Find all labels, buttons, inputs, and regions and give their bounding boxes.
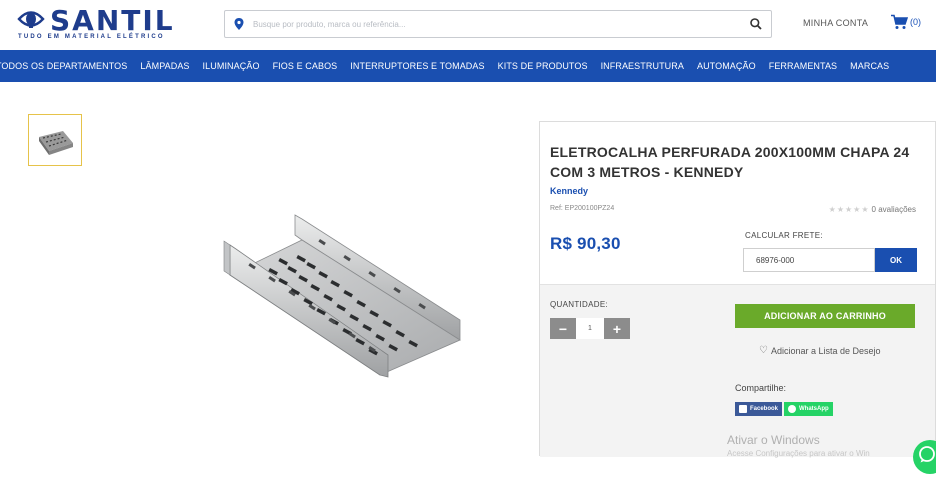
nav-item-ferramentas[interactable]: FERRAMENTAS [762,61,843,71]
product-info-panel: ELETROCALHA PERFURADA 200X100MM CHAPA 24… [539,121,936,457]
nav-item-automacao[interactable]: AUTOMAÇÃO [690,61,762,71]
rating-count: 0 avaliações [871,205,916,214]
quantity-decrease-button[interactable]: − [550,318,576,339]
nav-item-iluminacao[interactable]: ILUMINAÇÃO [196,61,266,71]
cable-tray-product-image [223,214,461,378]
nav-item-fios-e-cabos[interactable]: FIOS E CABOS [266,61,344,71]
logo-tagline: TUDO EM MATERIAL ELÉTRICO [18,34,165,40]
quantity-input[interactable] [576,318,604,339]
product-title: ELETROCALHA PERFURADA 200X100MM CHAPA 24… [550,144,910,180]
whatsapp-icon [788,405,797,413]
site-header: SANTIL TUDO EM MATERIAL ELÉTRICO MINHA C… [0,0,936,50]
add-to-wishlist-link[interactable]: ♡ Adicionar a Lista de Desejo [759,345,881,356]
nav-item-kits-de-produtos[interactable]: KITS DE PRODUTOS [491,61,594,71]
search-bar [224,10,772,38]
department-nav: TODOS OS DEPARTAMENTOS LÂMPADAS ILUMINAÇ… [0,50,936,82]
cart-icon [891,14,908,29]
location-pin-icon [234,18,244,30]
wishlist-label: Adicionar a Lista de Desejo [770,345,881,356]
shipping-calc-label: CALCULAR FRETE: [745,231,823,240]
rating-stars-icon: ★★★★★ [828,205,870,214]
logo-bulb-icon [17,11,45,28]
windows-activation-watermark-subtitle: Acesse Configurações para ativar o Win [727,449,870,458]
whatsapp-chat-icon [919,446,935,463]
facebook-icon [739,405,747,413]
product-reference: Ref: EP200100PZ24 [550,205,615,212]
share-facebook-label: Facebook [750,406,779,412]
product-thumbnail[interactable] [28,114,82,166]
whatsapp-float-button[interactable] [913,440,936,474]
cart-count: (0) [910,17,921,27]
add-to-cart-button[interactable]: ADICIONAR AO CARRINHO [735,304,915,328]
logo-wordmark: SANTIL [50,4,175,37]
quantity-label: QUANTIDADE: [550,300,608,309]
search-icon[interactable] [749,17,763,31]
cable-tray-thumbnail-image [39,131,73,155]
product-rating[interactable]: ★★★★★ 0 avaliações [829,205,916,214]
quantity-increase-button[interactable]: + [604,318,630,339]
share-whatsapp-label: WhatsApp [799,406,829,412]
search-input[interactable] [253,15,733,33]
share-buttons: Facebook WhatsApp [735,402,833,416]
share-whatsapp-button[interactable]: WhatsApp [784,402,833,416]
share-facebook-button[interactable]: Facebook [735,402,783,416]
quantity-stepper: − + [550,318,630,339]
my-account-link[interactable]: MINHA CONTA [803,18,868,28]
share-label: Compartilhe: [735,383,787,393]
nav-item-interruptores-e-tomadas[interactable]: INTERRUPTORES E TOMADAS [344,61,491,71]
product-price: R$ 90,30 [550,234,621,253]
product-brand-link[interactable]: Kennedy [550,186,588,196]
santil-logo[interactable]: SANTIL TUDO EM MATERIAL ELÉTRICO [16,4,196,44]
cart-button[interactable]: (0) [890,14,921,30]
zip-code-input[interactable] [743,248,875,272]
windows-activation-watermark-title: Ativar o Windows [727,433,820,447]
nav-item-marcas[interactable]: MARCAS [844,61,896,71]
nav-item-infraestrutura[interactable]: INFRAESTRUTURA [594,61,690,71]
heart-icon: ♡ [759,345,768,356]
nav-item-all-departments[interactable]: TODOS OS DEPARTAMENTOS [0,61,134,71]
shipping-ok-button[interactable]: OK [875,248,917,272]
nav-item-lampadas[interactable]: LÂMPADAS [134,61,196,71]
